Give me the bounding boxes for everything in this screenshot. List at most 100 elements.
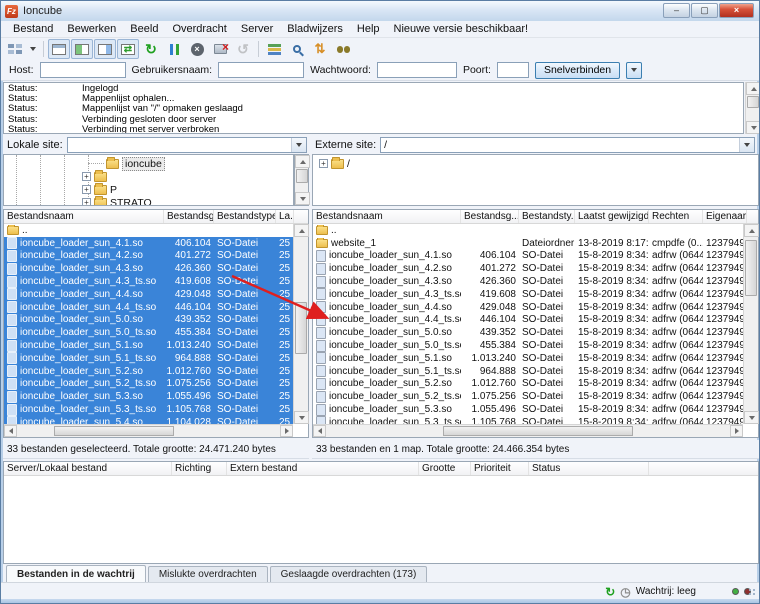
tab-geslaagde-overdrachten-173[interactable]: Geslaagde overdrachten (173)	[270, 566, 428, 582]
tree-expand-icon[interactable]: +	[82, 172, 91, 181]
scroll-up-icon[interactable]	[294, 224, 309, 237]
tree-expand-icon[interactable]: +	[82, 198, 91, 206]
remote-list-column-header-bestandsty[interactable]: Bestandsty...	[519, 210, 575, 223]
file-row[interactable]: ioncube_loader_sun_5.0_ts.so455.384SO-Da…	[313, 339, 743, 352]
file-row[interactable]: ioncube_loader_sun_4.1.so406.104SO-Datei…	[4, 237, 293, 250]
local-list-vscroll-thumb[interactable]	[295, 302, 307, 354]
process-queue-icon[interactable]	[163, 39, 185, 59]
toggle-transfer-queue-icon[interactable]: ⇄	[117, 39, 139, 59]
menu-item-bladwijzers[interactable]: Bladwijzers	[280, 22, 350, 36]
file-row[interactable]: ioncube_loader_sun_5.0.so439.352SO-Datei…	[4, 314, 293, 327]
minimize-button[interactable]: –	[663, 3, 690, 18]
toggle-message-log-icon[interactable]	[48, 39, 70, 59]
file-row[interactable]: ioncube_loader_sun_4.1.so406.104SO-Datei…	[313, 250, 743, 263]
file-row[interactable]: ioncube_loader_sun_4.4_ts.so446.104SO-Da…	[4, 301, 293, 314]
file-row[interactable]: ioncube_loader_sun_4.3_ts.so419.608SO-Da…	[4, 275, 293, 288]
close-button[interactable]: ×	[719, 3, 754, 18]
remote-list-column-header-bestandsnaam[interactable]: Bestandsnaam	[313, 210, 461, 223]
local-tree-scroll-thumb[interactable]	[296, 169, 308, 183]
remote-list-column-header-bestandsg[interactable]: Bestandsg...	[461, 210, 519, 223]
remote-tree-item-item[interactable]: +/	[319, 157, 350, 170]
remote-list-vscroll-thumb[interactable]	[745, 240, 757, 296]
file-row[interactable]: ..	[4, 224, 293, 237]
file-row[interactable]: ioncube_loader_sun_4.3_ts.so419.608SO-Da…	[313, 288, 743, 301]
remote-list-column-header-rechten[interactable]: Rechten	[649, 210, 703, 223]
scroll-left-icon[interactable]	[4, 425, 17, 437]
tab-bestanden-in-de-wachtrij[interactable]: Bestanden in de wachtrij	[6, 565, 146, 582]
local-list-column-header-bestandstype[interactable]: Bestandstype	[214, 210, 276, 223]
file-row[interactable]: ioncube_loader_sun_5.4.so1.104.028SO-Dat…	[4, 416, 293, 424]
file-row[interactable]: ioncube_loader_sun_5.1_ts.so964.888SO-Da…	[313, 365, 743, 378]
file-row[interactable]: ioncube_loader_sun_4.4.so429.048SO-Datei…	[4, 288, 293, 301]
remote-list-column-header-laatst-gewijzigd[interactable]: Laatst gewijzigd	[575, 210, 649, 223]
log-scrollbar[interactable]	[745, 82, 760, 134]
queue-column-header-status[interactable]: Status	[529, 462, 649, 475]
file-row[interactable]: ioncube_loader_sun_5.3.so1.055.496SO-Dat…	[4, 390, 293, 403]
file-row[interactable]: website_1Dateiordner13-8-2019 8:17:...cm…	[313, 237, 743, 250]
remote-list-column-header-eigenaar[interactable]: Eigenaar/...	[703, 210, 747, 223]
local-list-column-header-la[interactable]: La...	[276, 210, 294, 223]
file-row[interactable]: ioncube_loader_sun_4.4.so429.048SO-Datei…	[313, 301, 743, 314]
synchronized-browsing-icon[interactable]: ⇅	[309, 39, 331, 59]
file-row[interactable]: ioncube_loader_sun_5.1.so1.013.240SO-Dat…	[313, 352, 743, 365]
scroll-up-icon[interactable]	[744, 224, 759, 237]
file-row[interactable]: ioncube_loader_sun_4.2.so401.272SO-Datei…	[4, 250, 293, 263]
local-tree-item-p[interactable]: +P	[82, 183, 117, 196]
file-row[interactable]: ioncube_loader_sun_5.3_ts.so1.105.768SO-…	[4, 403, 293, 416]
find-files-icon[interactable]	[332, 39, 354, 59]
local-tree-item-ioncube[interactable]: ioncube	[106, 157, 165, 170]
log-scroll-thumb[interactable]	[747, 96, 759, 108]
local-tree-scrollbar[interactable]	[294, 154, 309, 206]
file-row[interactable]: ioncube_loader_sun_5.0.so439.352SO-Datei…	[313, 326, 743, 339]
file-row[interactable]: ioncube_loader_sun_5.3_ts.so1.105.768SO-…	[313, 416, 743, 424]
local-list-vertical-scrollbar[interactable]	[293, 224, 308, 424]
file-row[interactable]: ioncube_loader_sun_5.2_ts.so1.075.256SO-…	[4, 378, 293, 391]
menu-item-bestand[interactable]: Bestand	[6, 22, 60, 36]
scroll-down-icon[interactable]	[744, 411, 759, 424]
local-tree-item[interactable]: +	[82, 170, 110, 183]
local-list-column-header-bestandsnaam[interactable]: Bestandsnaam	[4, 210, 164, 223]
maximize-button[interactable]: ▢	[691, 3, 718, 18]
tab-mislukte-overdrachten[interactable]: Mislukte overdrachten	[148, 566, 268, 582]
host-input[interactable]	[40, 62, 126, 78]
scroll-up-icon[interactable]	[746, 82, 760, 95]
toggle-remote-tree-icon[interactable]	[94, 39, 116, 59]
reconnect-icon[interactable]: ↺	[232, 39, 254, 59]
compare-icon[interactable]	[286, 39, 308, 59]
menu-item-help[interactable]: Help	[350, 22, 387, 36]
port-input[interactable]	[497, 62, 529, 78]
file-row[interactable]: ioncube_loader_sun_5.3.so1.055.496SO-Dat…	[313, 403, 743, 416]
queue-column-header-richting[interactable]: Richting	[172, 462, 227, 475]
username-input[interactable]	[218, 62, 304, 78]
menu-item-beeld[interactable]: Beeld	[123, 22, 165, 36]
tree-expand-icon[interactable]: +	[82, 185, 91, 194]
toggle-local-tree-icon[interactable]	[71, 39, 93, 59]
queue-active-icon[interactable]: ↻	[605, 585, 615, 599]
file-row[interactable]: ioncube_loader_sun_5.0_ts.so455.384SO-Da…	[4, 326, 293, 339]
combo-caret-icon[interactable]	[291, 138, 306, 152]
quickconnect-dropdown-button[interactable]	[626, 62, 642, 79]
scroll-up-icon[interactable]	[295, 155, 310, 168]
tree-expand-icon[interactable]: +	[319, 159, 328, 168]
site-manager-dropdown-icon[interactable]	[27, 39, 39, 59]
cancel-icon[interactable]: ×	[186, 39, 208, 59]
menu-item-server[interactable]: Server	[234, 22, 280, 36]
file-row[interactable]: ioncube_loader_sun_4.3.so426.360SO-Datei…	[4, 262, 293, 275]
title-bar[interactable]: Fz Ioncube – ▢ ×	[1, 1, 759, 21]
password-input[interactable]	[377, 62, 457, 78]
scroll-down-icon[interactable]	[295, 192, 310, 205]
queue-column-header-server-lokaal-bestand[interactable]: Server/Lokaal bestand	[4, 462, 172, 475]
scroll-down-icon[interactable]	[294, 411, 309, 424]
file-row[interactable]: ioncube_loader_sun_5.1.so1.013.240SO-Dat…	[4, 339, 293, 352]
menu-item-nieuwe-versie-beschikbaar[interactable]: Nieuwe versie beschikbaar!	[387, 22, 536, 36]
local-list-column-header-bestandsgr[interactable]: Bestandsgr...	[164, 210, 214, 223]
file-row[interactable]: ioncube_loader_sun_4.4_ts.so446.104SO-Da…	[313, 314, 743, 327]
remote-list-hscroll-thumb[interactable]	[443, 426, 633, 436]
file-row[interactable]: ..	[313, 224, 743, 237]
combo-caret-icon[interactable]	[739, 138, 754, 152]
file-row[interactable]: ioncube_loader_sun_5.2_ts.so1.075.256SO-…	[313, 390, 743, 403]
menu-item-overdracht[interactable]: Overdracht	[165, 22, 233, 36]
scroll-right-icon[interactable]	[280, 425, 293, 437]
remote-site-combo[interactable]: /	[380, 137, 755, 153]
remote-list-vertical-scrollbar[interactable]	[743, 224, 758, 424]
